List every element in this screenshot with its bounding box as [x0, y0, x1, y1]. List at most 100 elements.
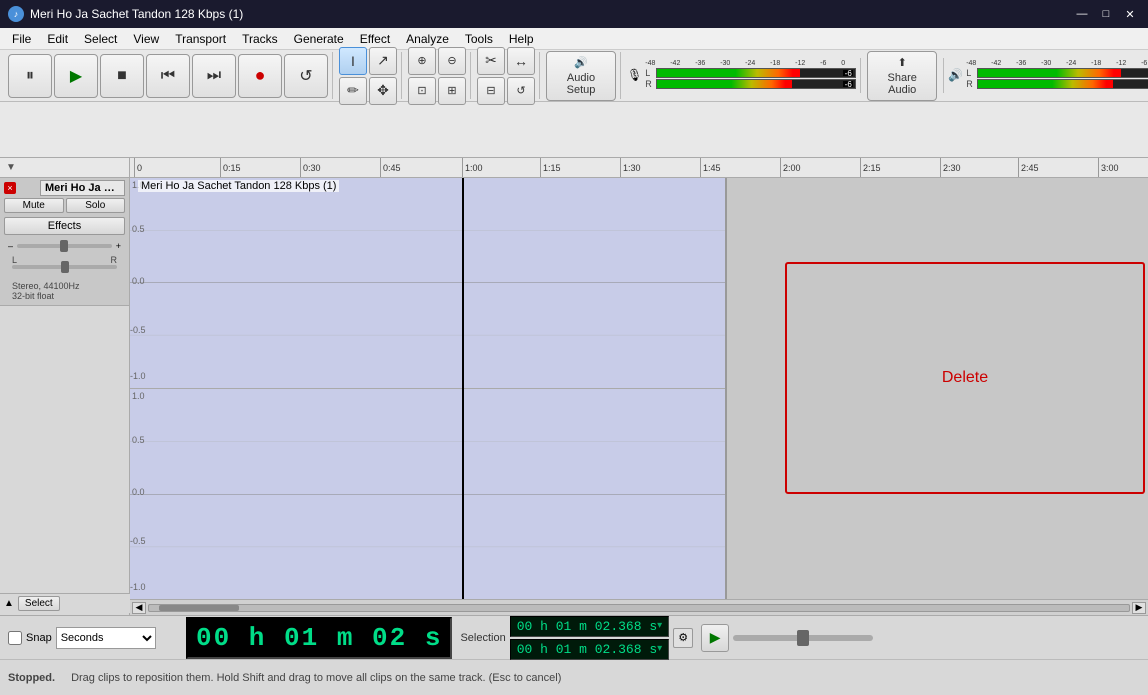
vu-output-section: 🔊 -48-42-36-30-24-18-12-60 L -6 R -6 ⊙: [943, 58, 1148, 93]
next-button[interactable]: ⏭: [192, 54, 236, 98]
y2-label-m05: -0.5: [130, 536, 146, 546]
right-label: R: [111, 255, 118, 265]
multi-tool[interactable]: ✥: [369, 77, 397, 105]
ruler-mark-145: 1:45: [700, 158, 721, 177]
zoom-in-button[interactable]: ⊕: [408, 47, 436, 75]
play-button[interactable]: ▶: [54, 54, 98, 98]
scroll-left-button[interactable]: ◀: [132, 602, 146, 614]
waveform-area[interactable]: Meri Ho Ja Sachet Tandon 128 Kbps (1) 1.…: [130, 178, 1148, 599]
solo-button[interactable]: Solo: [66, 198, 126, 213]
minimize-button[interactable]: —: [1072, 6, 1092, 22]
speed-thumb[interactable]: [797, 630, 809, 646]
hint-text: Drag clips to reposition them. Hold Shif…: [71, 672, 561, 684]
record-button[interactable]: ●: [238, 54, 282, 98]
audio-setup-button[interactable]: 🔊 Audio Setup: [546, 51, 616, 101]
mute-button[interactable]: Mute: [4, 198, 64, 213]
effects-button[interactable]: Effects: [4, 217, 125, 235]
ruler-mark-230: 2:30: [940, 158, 961, 177]
timeshift-button[interactable]: ↔: [507, 47, 535, 75]
waveform-title: Meri Ho Ja Sachet Tandon 128 Kbps (1): [138, 180, 339, 192]
share-icon: ⬆: [898, 56, 907, 69]
ruler-mark-0: 0: [134, 158, 142, 177]
ruler-mark-15: 0:15: [220, 158, 241, 177]
loop-button[interactable]: ↺: [284, 54, 328, 98]
gain-thumb[interactable]: [60, 240, 68, 252]
track-bottom-controls: ▲ Select: [0, 593, 130, 613]
play-speed-button[interactable]: ▶: [701, 624, 729, 652]
ruler-spacer: ▼: [6, 162, 16, 173]
zoom-fit-button[interactable]: ⊞: [438, 77, 466, 105]
vu-input-section: 🎙 -48-42-36-30-24-18-12-60 L -6 R -6: [623, 58, 861, 93]
main-area: ▼ × Meri Ho Ja S… Mute Solo Effects – +: [0, 158, 1148, 615]
pan-slider[interactable]: [12, 265, 117, 269]
trim-button[interactable]: ✂: [477, 47, 505, 75]
menu-effect[interactable]: Effect: [352, 30, 398, 48]
select-button[interactable]: Select: [18, 596, 60, 611]
menu-analyze[interactable]: Analyze: [398, 30, 457, 48]
speed-slider[interactable]: [733, 630, 873, 646]
scroll-right-button[interactable]: ▶: [1132, 602, 1146, 614]
share-audio-label: Share Audio: [878, 72, 926, 96]
envelope-tool[interactable]: ↗: [369, 47, 397, 75]
ruler-mark-115: 1:15: [540, 158, 561, 177]
draw-tool[interactable]: ✏: [339, 77, 367, 105]
scroll-thumb[interactable]: [159, 605, 239, 611]
zoom-out-button[interactable]: ⊖: [438, 47, 466, 75]
scroll-track[interactable]: [148, 604, 1130, 612]
zoom-tools: ⊕ ⊖ ⊡ ⊞: [404, 52, 471, 99]
selection-section: Selection 00 h 01 m 02.368 s ▾ 00 h 01 m…: [460, 616, 693, 660]
menu-help[interactable]: Help: [501, 30, 542, 48]
prev-button[interactable]: ⏮: [146, 54, 190, 98]
vu-input-L-bar: -6: [656, 68, 856, 78]
pause-button[interactable]: ⏸: [8, 54, 52, 98]
gain-minus-icon: –: [8, 241, 13, 251]
menu-file[interactable]: File: [4, 30, 39, 48]
track-name-row: × Meri Ho Ja S…: [4, 180, 125, 196]
snap-label[interactable]: Snap: [26, 632, 52, 644]
share-audio-button[interactable]: ⬆ Share Audio: [867, 51, 937, 101]
statusbar: Snap Seconds 00 h 01 m 02 s Selection 00…: [0, 615, 1148, 695]
trim-tools: ✂ ↔ ⊟ ↺: [473, 52, 540, 99]
snap-select[interactable]: Seconds: [56, 627, 156, 649]
menu-select[interactable]: Select: [76, 30, 125, 48]
snap-checkbox[interactable]: [8, 631, 22, 645]
edit-tools: I ↗ ✏ ✥: [335, 52, 402, 99]
gain-slider[interactable]: [17, 244, 112, 248]
replay-button[interactable]: ↺: [507, 77, 535, 105]
statusbar-bottom: Stopped. Drag clips to reposition them. …: [0, 660, 1148, 695]
menu-tracks[interactable]: Tracks: [234, 30, 286, 48]
y-label-05: 0.5: [132, 224, 145, 234]
y2-label-m1: -1.0: [130, 582, 146, 592]
selection-end[interactable]: 00 h 01 m 02.368 s ▾: [510, 639, 669, 660]
y2-label-05: 0.5: [132, 435, 145, 445]
track-close-button[interactable]: ×: [4, 182, 16, 194]
track-info-line1: Stereo, 44100Hz: [12, 281, 117, 291]
status-text: Stopped.: [8, 672, 55, 684]
maximize-button[interactable]: □: [1096, 6, 1116, 22]
selection-start[interactable]: 00 h 01 m 02.368 s ▾: [510, 616, 669, 637]
close-button[interactable]: ✕: [1120, 6, 1140, 22]
mute-solo-controls: Mute Solo: [4, 198, 125, 213]
vu-output-R-bar: -6: [977, 79, 1148, 89]
hscrollbar: ◀ ▶: [130, 599, 1148, 615]
pan-section: L R: [4, 253, 125, 279]
menu-transport[interactable]: Transport: [167, 30, 234, 48]
ruler-mark-215: 2:15: [860, 158, 881, 177]
track-name-label[interactable]: Meri Ho Ja S…: [40, 180, 125, 196]
ruler: 0 0:15 0:30 0:45 1:00 1:15 1:30 1:45 2:0…: [130, 158, 1148, 178]
menu-view[interactable]: View: [125, 30, 167, 48]
menu-generate[interactable]: Generate: [286, 30, 352, 48]
mic-icon: 🎙: [627, 68, 642, 82]
selection-gear-button[interactable]: ⚙: [673, 628, 693, 648]
menu-edit[interactable]: Edit: [39, 30, 76, 48]
ruler-mark-3min: 3:00: [1098, 158, 1119, 177]
vu-input-scale: -48-42-36-30-24-18-12-60: [645, 60, 845, 67]
audio-setup-label: Audio Setup: [557, 72, 605, 96]
stop-button[interactable]: ■: [100, 54, 144, 98]
zoom-sel-button[interactable]: ⊡: [408, 77, 436, 105]
silence-button[interactable]: ⊟: [477, 77, 505, 105]
select-tool[interactable]: I: [339, 47, 367, 75]
pan-thumb[interactable]: [61, 261, 69, 273]
y-label-m1: -1.0: [130, 371, 146, 381]
menu-tools[interactable]: Tools: [457, 30, 501, 48]
